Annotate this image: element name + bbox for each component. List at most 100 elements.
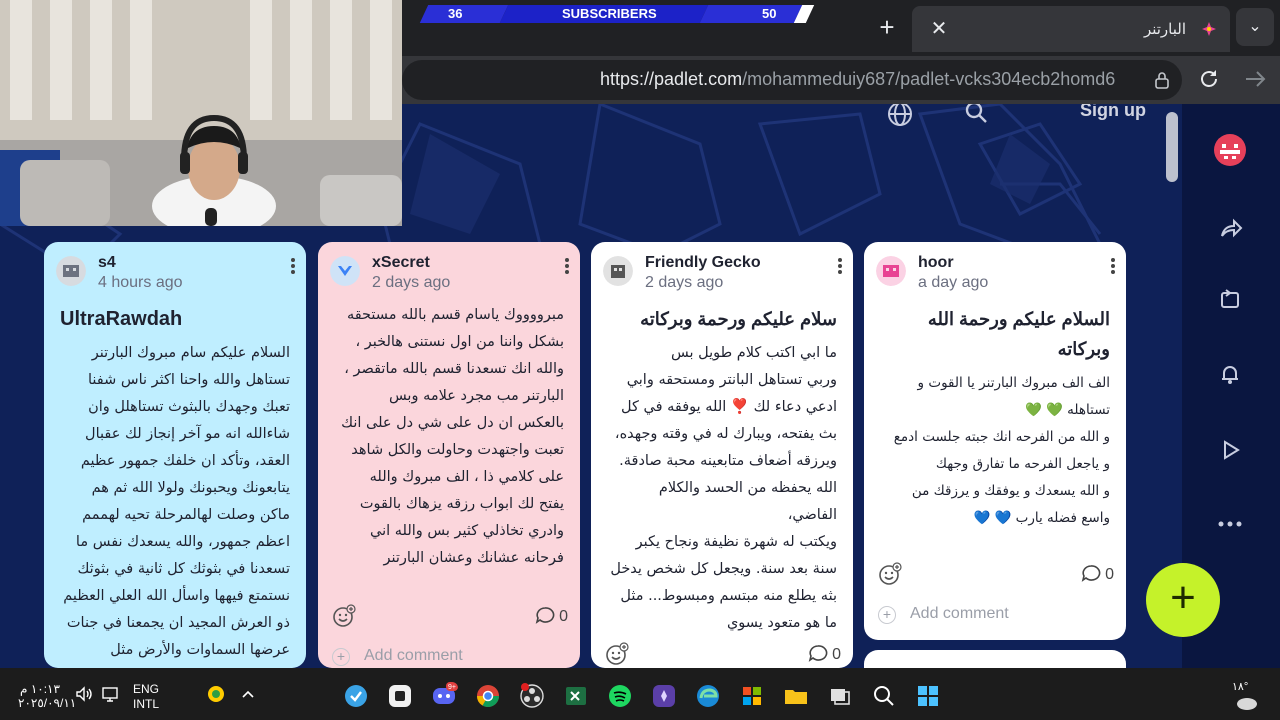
post-time: 2 days ago (372, 274, 451, 291)
spotify-icon[interactable] (606, 682, 634, 710)
post-header: xSecret 2 days ago (330, 252, 570, 294)
post-footer: 0 (878, 562, 1114, 590)
post-card[interactable]: xSecret 2 days ago مبرووووك ياسام قسم با… (318, 242, 580, 668)
weather-temperature: ١٨° (1232, 681, 1249, 693)
close-tab-icon[interactable]: ✕ (928, 18, 950, 40)
post-time: 4 hours ago (98, 274, 183, 291)
comment-count[interactable]: 0 (1081, 564, 1114, 584)
chrome-icon[interactable] (474, 682, 502, 710)
subscriber-label: SUBSCRIBERS (562, 6, 657, 21)
microsoft-store-icon[interactable] (738, 682, 766, 710)
author-avatar (603, 256, 633, 286)
author-avatar (56, 256, 86, 286)
tray-app-icon[interactable] (206, 684, 226, 704)
network-icon[interactable] (100, 684, 120, 704)
file-explorer-icon[interactable] (782, 682, 810, 710)
search-icon[interactable] (964, 104, 988, 124)
post-card[interactable]: Friendly Gecko 2 days ago سلام عليكم ورح… (591, 242, 853, 668)
add-comment-field[interactable]: + Add comment (332, 646, 568, 668)
share-icon[interactable] (1214, 212, 1246, 244)
notification-bell-icon[interactable] (1214, 358, 1246, 390)
new-tab-button[interactable]: + (874, 14, 900, 40)
show-hidden-icons-chevron-icon[interactable] (238, 684, 258, 704)
post-body: مبرووووك ياسام قسم بالله مستحقه بشكل وانن… (341, 307, 564, 566)
edge-icon[interactable] (694, 682, 722, 710)
app-icon[interactable] (650, 682, 678, 710)
post-menu-icon[interactable] (564, 256, 570, 276)
post-menu-icon[interactable] (1110, 256, 1116, 276)
post-footer: 0 (332, 604, 568, 632)
more-options-icon[interactable] (1214, 508, 1246, 540)
plus-icon: + (878, 606, 896, 624)
post-time: 2 days ago (645, 274, 724, 291)
add-comment-field[interactable]: + Add comment (878, 604, 1114, 630)
comment-icon (808, 645, 827, 662)
app-icon[interactable] (342, 682, 370, 710)
volume-icon[interactable] (74, 684, 94, 704)
comment-icon (1081, 565, 1100, 582)
post-card[interactable]: s4 4 hours ago UltraRawdah السلام عليكم … (44, 242, 306, 668)
subscriber-count-current: 36 (448, 6, 463, 21)
weather-icon[interactable] (1234, 692, 1260, 712)
site-info-lock-icon[interactable] (1152, 70, 1172, 90)
add-reaction-icon[interactable] (332, 604, 356, 628)
post-footer: 0 (605, 642, 841, 668)
post-card[interactable]: hoor a day ago السلام عليكم ورحمة الله و… (864, 242, 1126, 640)
sign-up-button[interactable]: Sign up (1080, 104, 1146, 121)
globe-icon[interactable] (886, 104, 914, 128)
obs-icon[interactable] (518, 682, 546, 710)
post-author: s4 (98, 254, 116, 271)
slideshow-play-icon[interactable] (1214, 434, 1246, 466)
post-body: الف الف مبروك البارتنر يا القوت و تستاهله… (893, 375, 1110, 526)
comment-count[interactable]: 0 (535, 606, 568, 626)
post-author: xSecret (372, 254, 430, 271)
post-author: Friendly Gecko (645, 254, 761, 271)
keyboard-language[interactable]: ENG INTL (130, 682, 162, 712)
author-avatar (876, 256, 906, 286)
post-title: UltraRawdah (60, 308, 183, 330)
padlet-favicon-icon (1202, 22, 1216, 36)
post-body: السلام عليكم سام مبروك البارتنر تستاهل وا… (63, 345, 290, 658)
post-title: سلام عليكم ورحمة وبركاته (640, 309, 837, 329)
post-title: السلام عليكم ورحمة الله وبركاته (927, 309, 1110, 359)
subscriber-goal-overlay: 36 SUBSCRIBERS 50 (418, 5, 815, 23)
comment-icon (535, 607, 554, 624)
tab-title: البارتنر (1143, 21, 1186, 38)
post-time: a day ago (918, 274, 989, 291)
add-comment-label: Add comment (910, 605, 1009, 622)
plus-icon: + (332, 648, 350, 666)
windows-start-icon[interactable] (914, 682, 942, 710)
author-avatar (330, 256, 360, 286)
windows-taskbar (0, 668, 1280, 720)
discord-icon[interactable]: 9+ (430, 682, 458, 710)
add-comment-label: Add comment (364, 647, 463, 664)
tab-search-chevron-icon[interactable]: ⌄ (1236, 8, 1274, 46)
comment-count[interactable]: 0 (808, 644, 841, 664)
padlet-avatar-icon[interactable] (1214, 134, 1246, 166)
post-header: s4 4 hours ago (56, 252, 296, 294)
post-menu-icon[interactable] (290, 256, 296, 276)
add-reaction-icon[interactable] (878, 562, 902, 586)
add-reaction-icon[interactable] (605, 642, 629, 666)
webcam-person-image (0, 0, 402, 226)
search-icon[interactable] (870, 682, 898, 710)
reload-icon[interactable] (1198, 68, 1220, 90)
remake-icon[interactable] (1214, 284, 1246, 316)
board-scrollbar[interactable] (1166, 112, 1178, 182)
post-menu-icon[interactable] (837, 256, 843, 276)
browser-tab-active[interactable]: ✕ البارتنر (912, 6, 1230, 52)
taskbar-clock[interactable]: ١٠:١٣ م ٢٠٢٥/٠٩/١١ (18, 682, 76, 710)
forward-arrow-icon[interactable] (1244, 68, 1268, 90)
post-card-partial[interactable] (864, 650, 1126, 668)
post-body: ما ابي اكتب كلام طويل بس وربي تستاهل البا… (610, 345, 837, 631)
post-author: hoor (918, 254, 954, 271)
address-bar-url[interactable]: https://padlet.com/mohammeduiy687/padlet… (600, 69, 1115, 90)
subscriber-count-goal: 50 (762, 6, 777, 21)
svg-text:9+: 9+ (448, 684, 456, 691)
add-post-button[interactable]: + (1146, 563, 1220, 637)
app-icon[interactable] (386, 682, 414, 710)
post-header: Friendly Gecko 2 days ago (603, 252, 843, 294)
excel-icon[interactable] (562, 682, 590, 710)
task-view-icon[interactable] (826, 682, 854, 710)
webcam-overlay (0, 0, 402, 226)
